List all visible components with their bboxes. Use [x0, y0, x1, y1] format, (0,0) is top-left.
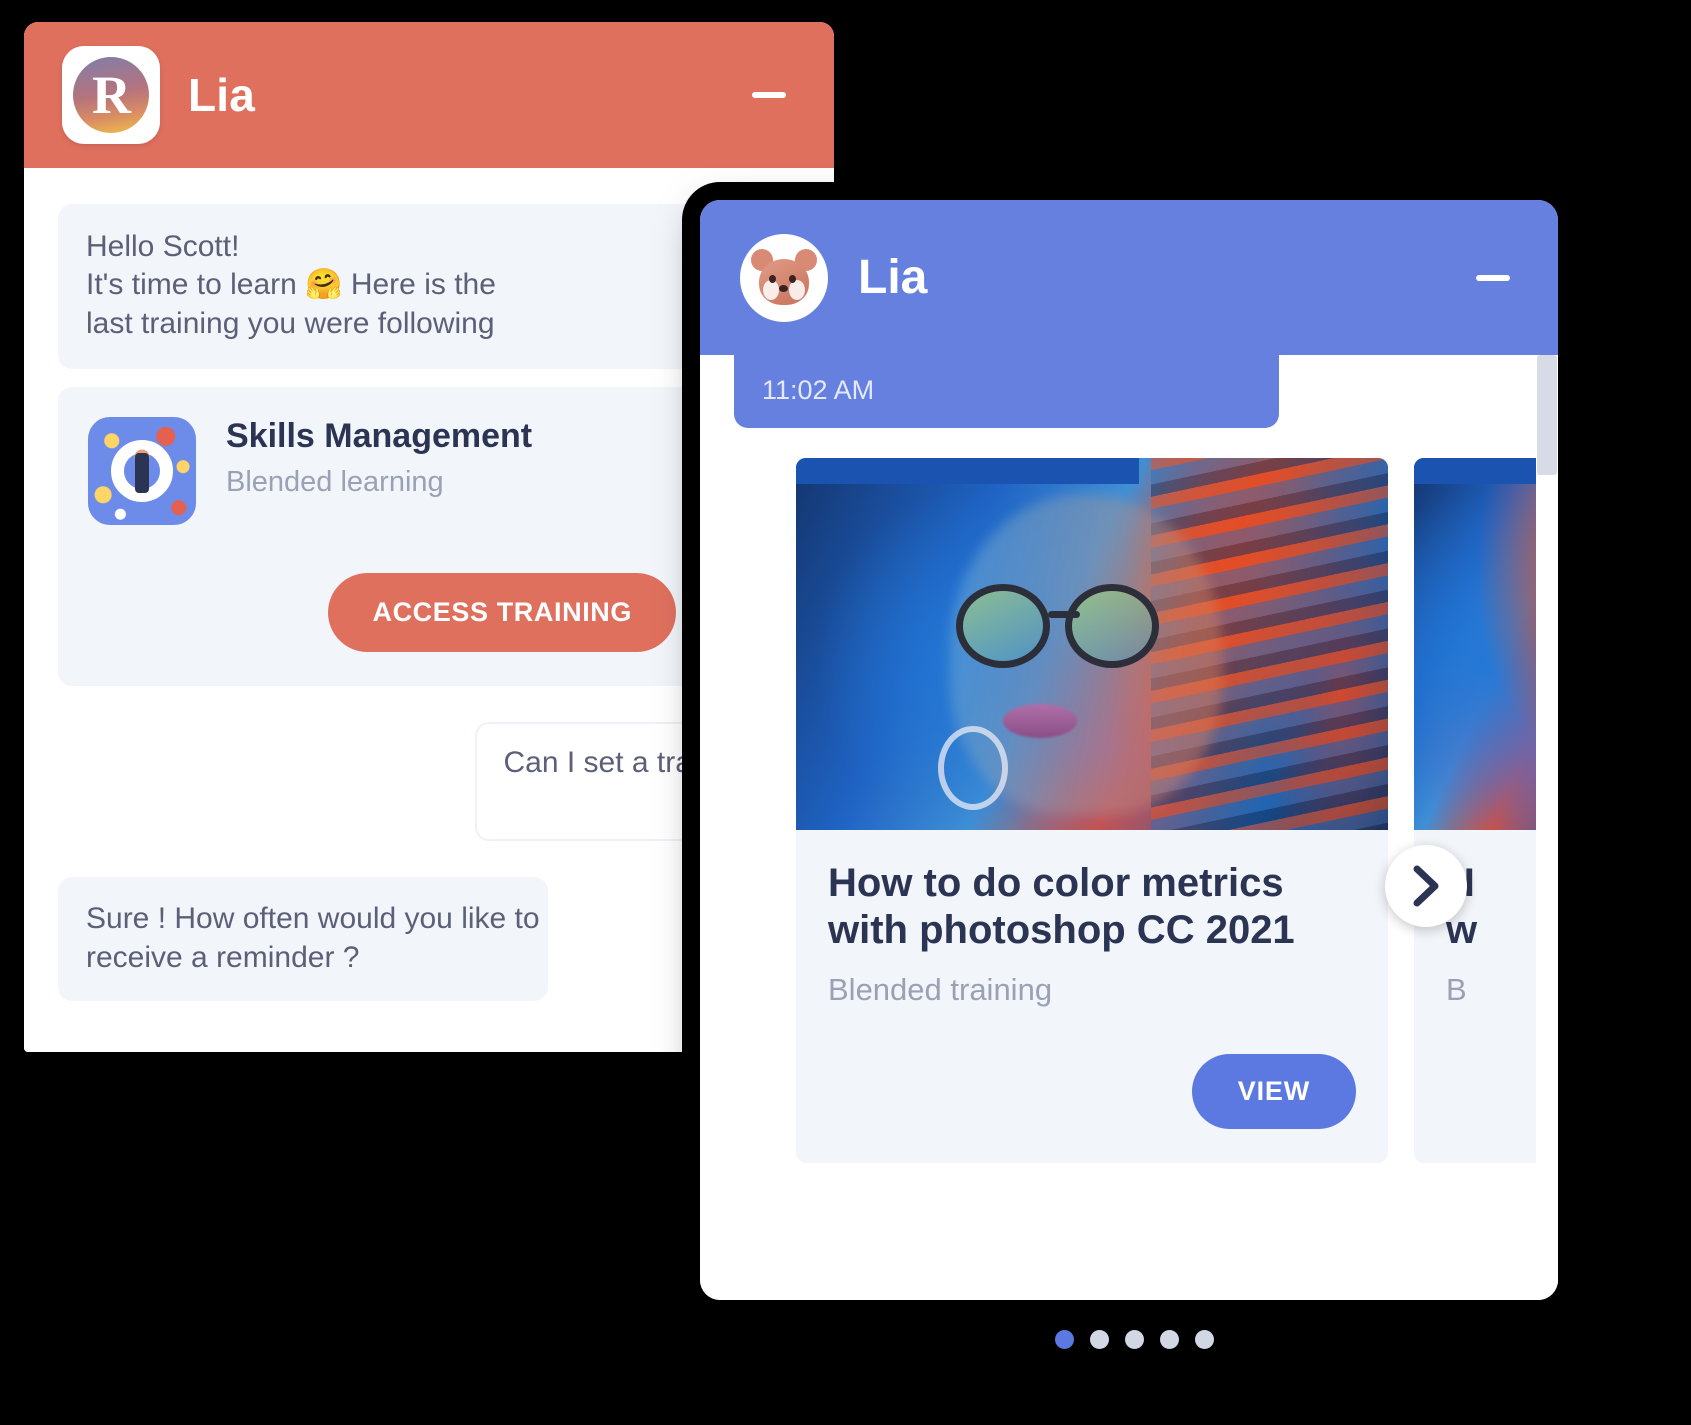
training-card[interactable]: Skills Management Blended learning ACCES… [58, 387, 706, 687]
chat-window-blue: Lia 11:02 AM How to do color metrics wit… [700, 200, 1558, 1300]
carousel-slide-1-body: How to do color metrics with photoshop C… [796, 830, 1388, 1163]
red-panda-avatar [740, 233, 828, 322]
training-card-title: Skills Management [226, 417, 533, 456]
coral-app-title: Lia [188, 69, 256, 121]
carousel-dot-4[interactable] [1160, 1330, 1179, 1349]
avatar-nose [779, 284, 788, 292]
blue-scrollbar-track[interactable] [1536, 355, 1558, 1300]
blue-scrollbar-thumb[interactable] [1537, 355, 1557, 475]
training-card-row: Skills Management Blended learning [88, 417, 676, 526]
hoop-earring-icon [938, 725, 1009, 810]
slide-1-title-line-1: How to do color metrics [828, 861, 1284, 905]
carousel-slide-1-actions: VIEW [828, 1054, 1356, 1130]
chevron-right-icon [1413, 865, 1439, 907]
screenshot-stage: R Lia Hello Scott! It's time to learn 🤗 … [0, 0, 1691, 1425]
coral-window-header: R Lia [24, 22, 834, 168]
carousel-dot-5[interactable] [1195, 1330, 1214, 1349]
bot-reply-line-1: Sure ! How often would you like to [86, 902, 540, 936]
sunglasses-bridge-icon [1048, 610, 1081, 618]
carousel-dot-2[interactable] [1090, 1330, 1109, 1349]
carousel-slide-1-subtitle: Blended training [828, 972, 1053, 1008]
greeting-line-2: It's time to learn 🤗 Here is the [86, 268, 496, 302]
bot-greeting-bubble: Hello Scott! It's time to learn 🤗 Here i… [58, 204, 698, 370]
minimize-icon[interactable] [750, 76, 788, 114]
access-training-button[interactable]: ACCESS TRAINING [328, 573, 676, 653]
bot-reply-bubble: Sure ! How often would you like to recei… [58, 877, 548, 1002]
carousel-pagination-dots[interactable] [1055, 1330, 1214, 1349]
carousel-next-button[interactable] [1385, 845, 1467, 927]
rise-up-logo: R [62, 46, 160, 144]
slide-1-title-line-2: with photoshop CC 2021 [828, 908, 1295, 953]
bot-message-bubble: 11:02 AM [734, 355, 1279, 428]
image-top-band-2 [1414, 458, 1548, 484]
greeting-line-1: Hello Scott! [86, 230, 240, 263]
bot-message-time: 11:02 AM [762, 375, 875, 405]
avatar-eye-left [769, 274, 776, 283]
portrait-lips [1003, 703, 1078, 738]
person-body-icon [135, 453, 149, 494]
carousel-slide-1-image [796, 458, 1388, 830]
training-card-subtitle: Blended learning [226, 466, 444, 499]
logo-letter: R [73, 57, 149, 133]
avatar-cheek-right [789, 279, 805, 300]
bot-reply-line-2: receive a reminder ? [86, 941, 360, 975]
training-card-text: Skills Management Blended learning [226, 417, 532, 499]
sunglasses-lens-left-icon [955, 584, 1050, 669]
avatar-cheek-left [763, 279, 779, 300]
blue-window-header: Lia [700, 200, 1558, 355]
user-message-row: Can I set a training reminder 11:02 A [58, 722, 834, 842]
avatar-eye-right [789, 274, 796, 283]
skills-management-thumbnail-icon [88, 417, 196, 526]
minimize-icon[interactable] [1474, 259, 1512, 297]
minimize-bar [752, 92, 786, 98]
view-button[interactable]: VIEW [1191, 1054, 1356, 1130]
carousel-slide-1[interactable]: How to do color metrics with photoshop C… [796, 458, 1388, 1164]
carousel-dot-1[interactable] [1055, 1330, 1074, 1349]
greeting-line-3: last training you were following [86, 306, 495, 340]
blue-app-title: Lia [858, 251, 928, 304]
minimize-bar [1476, 274, 1510, 281]
carousel-slide-1-title: How to do color metrics with photoshop C… [828, 860, 1356, 954]
blue-chat-body: 11:02 AM How to do color metrics with ph… [700, 355, 1558, 1300]
training-card-actions: ACCESS TRAINING [88, 573, 676, 653]
avatar-face [751, 248, 817, 307]
carousel-dot-3[interactable] [1125, 1330, 1144, 1349]
image-top-band [796, 458, 1140, 484]
training-carousel[interactable]: How to do color metrics with photoshop C… [796, 458, 1558, 1164]
